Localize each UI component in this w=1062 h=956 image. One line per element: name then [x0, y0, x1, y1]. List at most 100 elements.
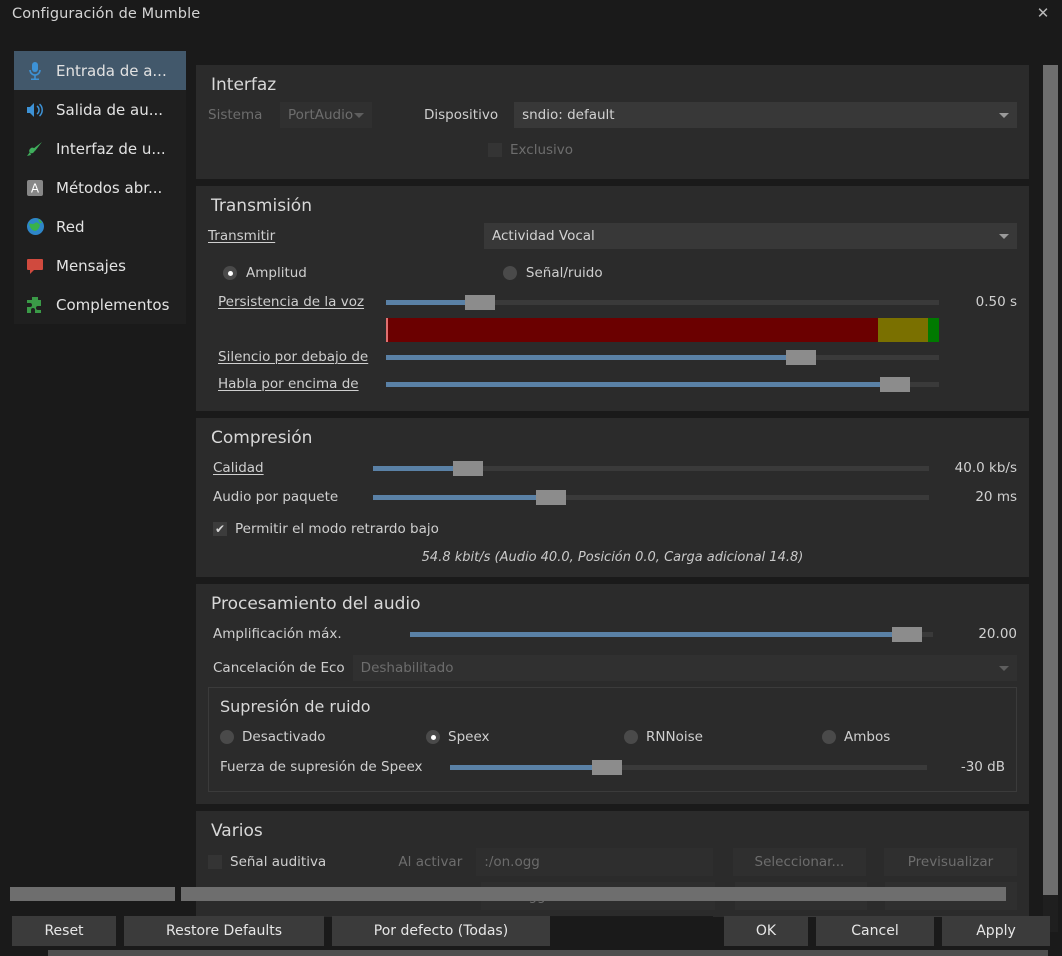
- globe-icon: [24, 216, 46, 238]
- sidebar-item-shortcuts[interactable]: A Métodos abr...: [14, 168, 186, 207]
- speex-strength-slider[interactable]: [450, 757, 927, 777]
- transmit-combobox[interactable]: Actividad Vocal: [484, 223, 1017, 249]
- system-combobox[interactable]: PortAudio: [280, 102, 372, 128]
- voice-hold-label: Persistencia de la voz: [218, 294, 365, 310]
- speaker-icon: [24, 99, 46, 121]
- noise-option-label: Ambos: [844, 729, 891, 745]
- speex-strength-label: Fuerza de supresión de Speex: [220, 759, 423, 775]
- noise-rnnoise-radio[interactable]: [624, 730, 638, 744]
- window-bottom-edge: [48, 950, 1048, 956]
- misc-group-title: Varios: [211, 821, 263, 841]
- audio-cue-label: Señal auditiva: [230, 854, 327, 870]
- sidebar-item-audio-output[interactable]: Salida de au...: [14, 90, 186, 129]
- silence-below-slider[interactable]: [386, 347, 939, 367]
- on-activate-browse-button[interactable]: Seleccionar...: [732, 848, 866, 876]
- exclusive-checkbox[interactable]: ✔: [488, 143, 502, 157]
- compression-group-title: Compresión: [211, 428, 313, 448]
- compression-group: Compresión Calidad 40.0 kb/s Audio por p…: [196, 418, 1029, 577]
- keyboard-key-a-icon: A: [24, 177, 46, 199]
- noise-speex-radio[interactable]: [426, 730, 440, 744]
- vu-yellow-segment: [878, 318, 928, 342]
- quality-value: 40.0 kb/s: [954, 460, 1017, 476]
- sidebar-item-user-interface[interactable]: Interfaz de u...: [14, 129, 186, 168]
- sidebar: Entrada de a... Salida de au... Interfaz…: [14, 51, 186, 324]
- on-activate-input[interactable]: :/on.ogg: [476, 848, 713, 876]
- sidebar-item-messages[interactable]: Mensajes: [14, 246, 186, 285]
- puzzle-piece-icon: [24, 294, 46, 316]
- sidebar-item-audio-input[interactable]: Entrada de a...: [14, 51, 186, 90]
- content-horizontal-scrollbar-thumb[interactable]: [181, 887, 1006, 901]
- device-combobox[interactable]: sndio: default: [514, 102, 1017, 128]
- slider-fill: [410, 632, 907, 637]
- snr-radio[interactable]: [502, 266, 517, 280]
- amplitude-radio[interactable]: [223, 266, 237, 280]
- slider-handle[interactable]: [879, 377, 910, 392]
- on-activate-preview-button[interactable]: Previsualizar: [883, 848, 1017, 876]
- device-label: Dispositivo: [424, 107, 499, 123]
- mumble-settings-window: Configuración de Mumble ✕ Entrada de a..…: [0, 0, 1062, 956]
- reset-button[interactable]: Reset: [12, 916, 116, 946]
- packet-value: 20 ms: [975, 489, 1017, 505]
- noise-suppression-title: Supresión de ruido: [220, 697, 371, 716]
- snr-label: Señal/ruido: [525, 265, 603, 281]
- titlebar: Configuración de Mumble ✕: [0, 0, 1062, 27]
- sidebar-item-label: Mensajes: [56, 256, 126, 275]
- apply-button[interactable]: Apply: [942, 916, 1050, 946]
- noise-both-radio[interactable]: [822, 730, 836, 744]
- noise-option-label: RNNoise: [646, 729, 703, 745]
- packet-slider[interactable]: [373, 487, 929, 507]
- sidebar-item-label: Métodos abr...: [56, 178, 163, 197]
- speex-strength-value: -30 dB: [960, 759, 1005, 775]
- vu-red-segment: [386, 318, 879, 342]
- exclusive-label: Exclusivo: [510, 142, 574, 158]
- echo-cancel-combobox[interactable]: Deshabilitado: [352, 655, 1017, 681]
- on-activate-label: Al activar: [398, 854, 463, 870]
- sidebar-item-network[interactable]: Red: [14, 207, 186, 246]
- chevron-down-icon: [999, 112, 1009, 118]
- restore-defaults-button[interactable]: Restore Defaults: [124, 916, 324, 946]
- low-delay-checkbox[interactable]: ✔: [213, 522, 227, 536]
- slider-handle[interactable]: [592, 760, 623, 775]
- settings-content: Interfaz Sistema PortAudio Dispositivo s…: [196, 65, 1029, 917]
- device-combobox-value: sndio: default: [522, 107, 615, 123]
- vertical-scrollbar[interactable]: [1043, 65, 1058, 932]
- window-body: Entrada de a... Salida de au... Interfaz…: [0, 27, 1062, 956]
- sidebar-horizontal-scrollbar-thumb[interactable]: [10, 887, 175, 901]
- slider-handle[interactable]: [785, 350, 816, 365]
- amplitude-label: Amplitud: [246, 265, 307, 281]
- noise-off-radio[interactable]: [220, 730, 234, 744]
- slider-handle[interactable]: [535, 490, 566, 505]
- audio-processing-group-title: Procesamiento del audio: [211, 594, 421, 614]
- low-delay-label: Permitir el modo retrardo bajo: [235, 521, 439, 537]
- slider-handle[interactable]: [465, 295, 495, 310]
- echo-cancel-combobox-value: Deshabilitado: [360, 660, 454, 676]
- voice-hold-value: 0.50 s: [975, 294, 1017, 310]
- echo-cancel-label: Cancelación de Eco: [213, 660, 345, 676]
- slider-handle[interactable]: [452, 461, 483, 476]
- close-icon[interactable]: ✕: [1032, 3, 1054, 25]
- sidebar-item-plugins[interactable]: Complementos: [14, 285, 186, 324]
- sidebar-item-label: Complementos: [56, 295, 170, 314]
- paintbrush-icon: [24, 138, 46, 160]
- vertical-scrollbar-thumb[interactable]: [1043, 65, 1058, 895]
- speech-above-slider[interactable]: [386, 374, 939, 394]
- interface-group-title: Interfaz: [211, 75, 277, 95]
- transmit-combobox-value: Actividad Vocal: [492, 228, 595, 244]
- svg-text:A: A: [31, 181, 40, 195]
- quality-slider[interactable]: [373, 458, 929, 478]
- defaults-all-button[interactable]: Por defecto (Todas): [332, 916, 550, 946]
- slider-handle[interactable]: [891, 627, 922, 642]
- voice-hold-slider[interactable]: [386, 292, 939, 312]
- max-amplification-slider[interactable]: [410, 624, 933, 644]
- ok-button[interactable]: OK: [724, 916, 808, 946]
- speech-bubble-icon: [24, 255, 46, 277]
- system-label: Sistema: [208, 107, 263, 123]
- audio-processing-group: Procesamiento del audio Amplificación má…: [196, 584, 1029, 804]
- sidebar-item-label: Salida de au...: [56, 100, 164, 119]
- transmit-label: Transmitir: [208, 228, 276, 244]
- slider-fill: [373, 495, 551, 500]
- window-title: Configuración de Mumble: [12, 5, 201, 22]
- audio-cue-checkbox[interactable]: ✔: [208, 855, 222, 869]
- quality-label: Calidad: [213, 460, 264, 476]
- cancel-button[interactable]: Cancel: [816, 916, 934, 946]
